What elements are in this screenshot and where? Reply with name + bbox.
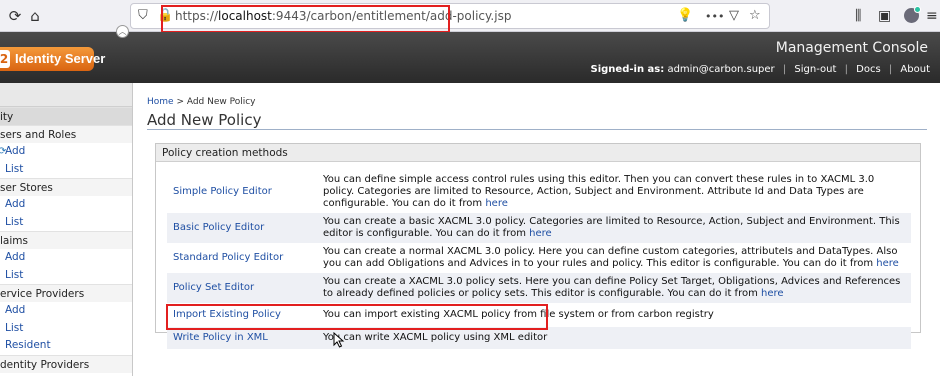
breadcrumb: Home > Add New Policy — [147, 97, 256, 107]
add-icon: ⟳ — [0, 146, 7, 157]
here-link[interactable]: here — [761, 288, 784, 299]
table-row: Basic Policy Editor You can create a bas… — [167, 213, 911, 243]
bookmark-star-icon[interactable]: ☆ — [749, 8, 761, 23]
browser-toolbar: ⟳ ⌂ ⛉ 🔒 https://localhost:9443/carbon/en… — [0, 0, 940, 32]
signed-in-label: Signed-in as: — [590, 64, 665, 75]
basic-policy-editor-link[interactable]: Basic Policy Editor — [167, 213, 317, 243]
url-highlight-box — [161, 5, 450, 33]
policy-set-editor-link[interactable]: Policy Set Editor — [167, 273, 317, 303]
sidebar-item-sp-list[interactable]: List — [0, 320, 132, 338]
sidebar-item-users-list[interactable]: List — [0, 161, 132, 179]
method-description: You can create a basic XACML 3.0 policy.… — [323, 216, 900, 239]
sidebar-section-users-roles[interactable]: sers and Roles — [0, 125, 132, 143]
sidebar-item-claims-list[interactable]: List — [0, 267, 132, 285]
method-description: You can write XACML policy using XML edi… — [323, 332, 548, 343]
mouse-cursor-icon — [333, 332, 345, 348]
box-title: Policy creation methods — [156, 144, 920, 162]
logo-text: Identity Server — [15, 51, 106, 66]
sync-status-dot — [914, 6, 921, 13]
here-link[interactable]: here — [529, 228, 552, 239]
sidebar-item-stores-add[interactable]: Add — [0, 196, 132, 214]
write-xml-highlight-box — [166, 304, 548, 330]
sidebar-item-claims-add[interactable]: Add — [0, 249, 132, 267]
title-divider — [147, 129, 927, 130]
method-description: You can define simple access control rul… — [323, 174, 875, 209]
lightbulb-icon[interactable]: 💡 — [677, 8, 693, 23]
breadcrumb-home-link[interactable]: Home — [147, 97, 174, 107]
here-link[interactable]: here — [876, 258, 899, 269]
hamburger-menu-icon[interactable]: ≡ — [926, 6, 938, 26]
page-title: Add New Policy — [147, 111, 262, 129]
breadcrumb-current: Add New Policy — [186, 97, 256, 107]
sidebar: ity sers and Roles ⟳ Add List ser Stores … — [0, 83, 133, 376]
sidebar-section-identity-providers[interactable]: dentity Providers — [0, 354, 132, 373]
sidebar-item-sp-resident[interactable]: Resident — [0, 337, 132, 355]
table-row: Write Policy in XML You can write XACML … — [167, 327, 911, 349]
sidebar-group-title[interactable]: ity — [0, 107, 132, 125]
library-icon[interactable]: ⫼ — [855, 6, 861, 26]
docs-link[interactable]: Docs — [856, 64, 881, 75]
simple-policy-editor-link[interactable]: Simple Policy Editor — [167, 171, 317, 213]
signout-link[interactable]: Sign-out — [794, 64, 836, 75]
sidebar-section-service-providers[interactable]: ervice Providers — [0, 284, 132, 302]
collapse-chevron-icon[interactable]: ︿ — [116, 25, 129, 38]
shield-icon[interactable]: ⛉ — [138, 8, 148, 23]
home-icon[interactable]: ⌂ — [24, 5, 46, 27]
write-policy-in-xml-link[interactable]: Write Policy in XML — [167, 327, 317, 349]
standard-policy-editor-link[interactable]: Standard Policy Editor — [167, 243, 317, 273]
logo-number: 2 — [0, 50, 10, 68]
table-row: Policy Set Editor You can create a XACML… — [167, 273, 911, 303]
user-links: Signed-in as: admin@carbon.super | Sign-… — [590, 64, 930, 75]
table-row: Simple Policy Editor You can define simp… — [167, 171, 911, 213]
reload-icon[interactable]: ⟳ — [4, 5, 26, 27]
method-description: You can create a XACML 3.0 policy sets. … — [323, 276, 901, 299]
signed-in-user: admin@carbon.super — [667, 64, 775, 75]
pocket-icon[interactable]: ▽ — [729, 8, 739, 23]
identity-server-logo: 2 Identity Server — [0, 47, 105, 71]
console-title: Management Console — [775, 40, 928, 56]
here-link[interactable]: here — [485, 198, 508, 209]
sidebar-section-user-stores[interactable]: ser Stores — [0, 178, 132, 196]
sidebar-top — [0, 83, 132, 107]
method-description: You can create a normal XACML 3.0 policy… — [323, 246, 899, 269]
sidebar-toggle-icon[interactable]: ▣ — [878, 6, 891, 26]
page-actions-icon[interactable]: ••• — [705, 10, 724, 23]
sidebar-item-sp-add[interactable]: Add — [0, 302, 132, 320]
sidebar-section-claims[interactable]: laims — [0, 231, 132, 249]
about-link[interactable]: About — [900, 64, 930, 75]
table-row: Standard Policy Editor You can create a … — [167, 243, 911, 273]
sidebar-item-users-add[interactable]: ⟳ Add — [0, 143, 132, 161]
sidebar-item-stores-list[interactable]: List — [0, 214, 132, 232]
